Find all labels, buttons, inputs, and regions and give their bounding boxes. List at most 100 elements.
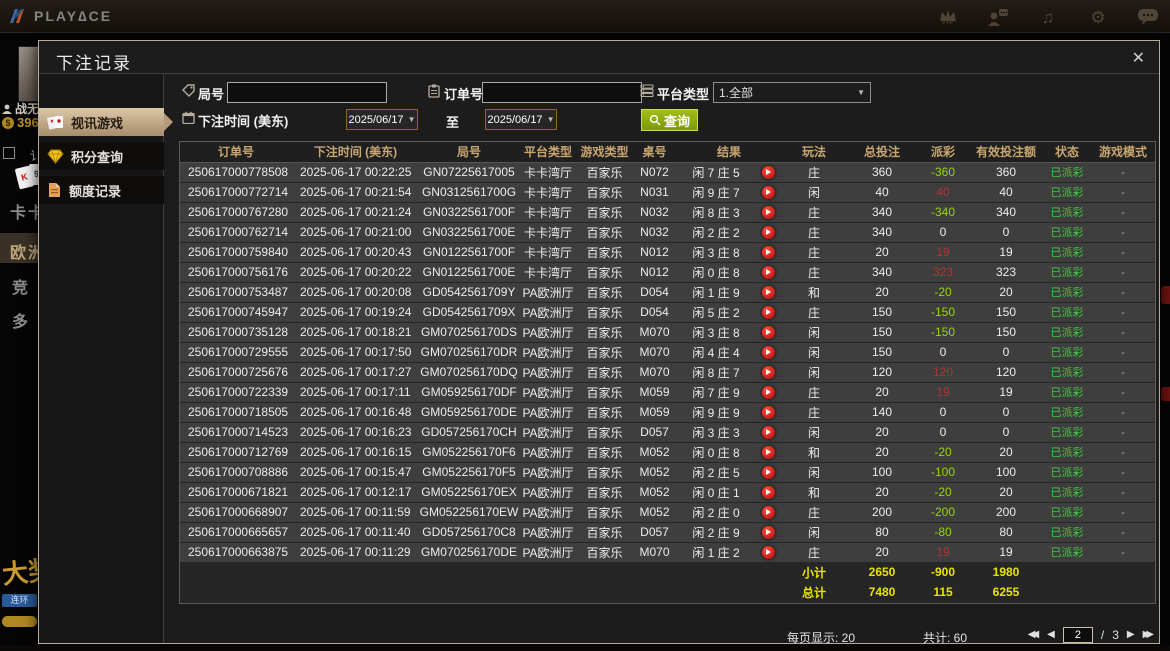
music-icon[interactable]: ♫ [1036,4,1060,30]
play-button[interactable] [761,265,775,279]
sidebar-item-duo[interactable]: 多 [12,308,30,332]
cell-bet-type: 庄 [781,222,848,243]
column-header: 总投注 [847,142,918,163]
cell-game-type: 百家乐 [577,542,632,563]
cell-total-bet: 360 [847,162,918,183]
totals-value [1043,582,1092,603]
play-button[interactable] [761,485,775,499]
cell-result: 闲 9 庄 9 [677,402,755,423]
play-button[interactable] [761,205,775,219]
cell-round: GM070256170DS [419,322,519,343]
totals-value [1091,582,1156,603]
date-to-picker[interactable]: 2025/06/17 ▼ [485,109,557,130]
cell-total-bet: 20 [847,442,918,463]
cell-time: 2025-06-17 00:11:40 [292,522,419,543]
tab-points-query[interactable]: 积分查询 [39,142,164,170]
cell-table-no: M070 [632,342,677,363]
cell-status: 已派彩 [1043,202,1092,223]
cell-total-bet: 20 [847,382,918,403]
cell-replay [755,522,782,543]
cell-round: GD0542561709X [419,302,519,323]
play-button[interactable] [761,345,775,359]
cell-time: 2025-06-17 00:17:50 [292,342,419,363]
cell-round: GM070256170DE [419,542,519,563]
play-button[interactable] [761,365,775,379]
order-number-input[interactable] [482,82,642,103]
play-button[interactable] [761,245,775,259]
logo-icon [10,9,24,23]
chat-icon[interactable] [1136,4,1160,30]
cell-table-no: M059 [632,402,677,423]
table-row: 250617000756176 2025-06-17 00:20:22 GN0122… [180,262,1156,283]
platform-icon [640,84,654,97]
cell-payout: 0 [917,402,970,423]
settings-icon[interactable]: ⚙ [1086,4,1110,30]
page-number-input[interactable] [1062,627,1093,643]
cell-result: 闲 0 庄 1 [677,482,755,503]
cell-time: 2025-06-17 00:16:48 [292,402,419,423]
play-button[interactable] [761,425,775,439]
next-page-button[interactable]: ▶ [1127,627,1135,643]
date-from-picker[interactable]: 2025/06/17 ▼ [346,109,418,130]
tab-quota-records[interactable]: 额度记录 [39,176,164,204]
totals-value [677,562,755,583]
vip-icon[interactable]: VIP [936,4,960,30]
play-button[interactable] [761,405,775,419]
play-button[interactable] [761,325,775,339]
tab-label: 视讯游戏 [71,115,124,131]
cell-round: GN0322561700F [419,202,519,223]
first-page-button[interactable]: ◀◀ [1028,627,1040,643]
cell-payout: -80 [917,522,970,543]
cell-valid-bet: 40 [969,182,1044,203]
play-button[interactable] [761,185,775,199]
cell-platform: PA欧洲厅 [519,302,577,323]
support-icon[interactable] [986,4,1010,30]
last-page-button[interactable]: ▶▶ [1143,627,1155,643]
table-row: 250617000718505 2025-06-17 00:16:48 GM0592… [180,402,1156,423]
close-icon[interactable]: ✕ [1132,48,1145,68]
cell-order: 250617000759840 [180,242,292,263]
search-button[interactable]: 查询 [641,109,699,131]
cell-result: 闲 1 庄 9 [677,282,755,303]
cell-order: 250617000762714 [180,222,292,243]
play-button[interactable] [761,525,775,539]
previous-page-button[interactable]: ◀ [1047,627,1055,643]
cell-game-type: 百家乐 [577,402,632,423]
cell-payout: -360 [917,162,970,183]
cell-order: 250617000729555 [180,342,292,363]
play-button[interactable] [761,385,775,399]
play-button[interactable] [761,165,775,179]
cell-payout: -20 [917,482,970,503]
cell-game-type: 百家乐 [577,482,632,503]
cell-status: 已派彩 [1043,282,1092,303]
play-button[interactable] [761,505,775,519]
table-row: 250617000665657 2025-06-17 00:11:40 GD0572… [180,522,1156,543]
cell-valid-bet: 20 [969,282,1044,303]
play-button[interactable] [761,225,775,239]
cell-time: 2025-06-17 00:11:29 [292,542,419,563]
cell-platform: PA欧洲厅 [519,482,577,503]
cell-order: 250617000668907 [180,502,292,523]
cell-replay [755,282,782,303]
totals-value: 115 [917,582,970,603]
play-button[interactable] [761,285,775,299]
cell-table-no: N031 [632,182,677,203]
tab-video-games[interactable]: 视讯游戏 [39,108,173,136]
column-header: 局号 [419,142,519,163]
cell-game-mode: - [1091,162,1156,183]
subtotal-row: 小计 2650 -900 1980 [180,562,1156,583]
cell-game-type: 百家乐 [577,362,632,383]
play-button[interactable] [761,465,775,479]
to-label: 至 [446,115,460,130]
play-button[interactable] [761,305,775,319]
cell-valid-bet: 0 [969,402,1044,423]
sidebar-item-jing[interactable]: 竞 [12,274,30,298]
cell-game-type: 百家乐 [577,202,632,223]
round-number-input[interactable] [227,82,387,103]
cell-result: 闲 4 庄 4 [677,342,755,363]
cell-platform: PA欧洲厅 [519,342,577,363]
play-button[interactable] [761,545,775,559]
platform-type-select[interactable]: 1.全部 ▼ [713,82,871,103]
play-button[interactable] [761,445,775,459]
cell-bet-type: 闲 [781,342,848,363]
